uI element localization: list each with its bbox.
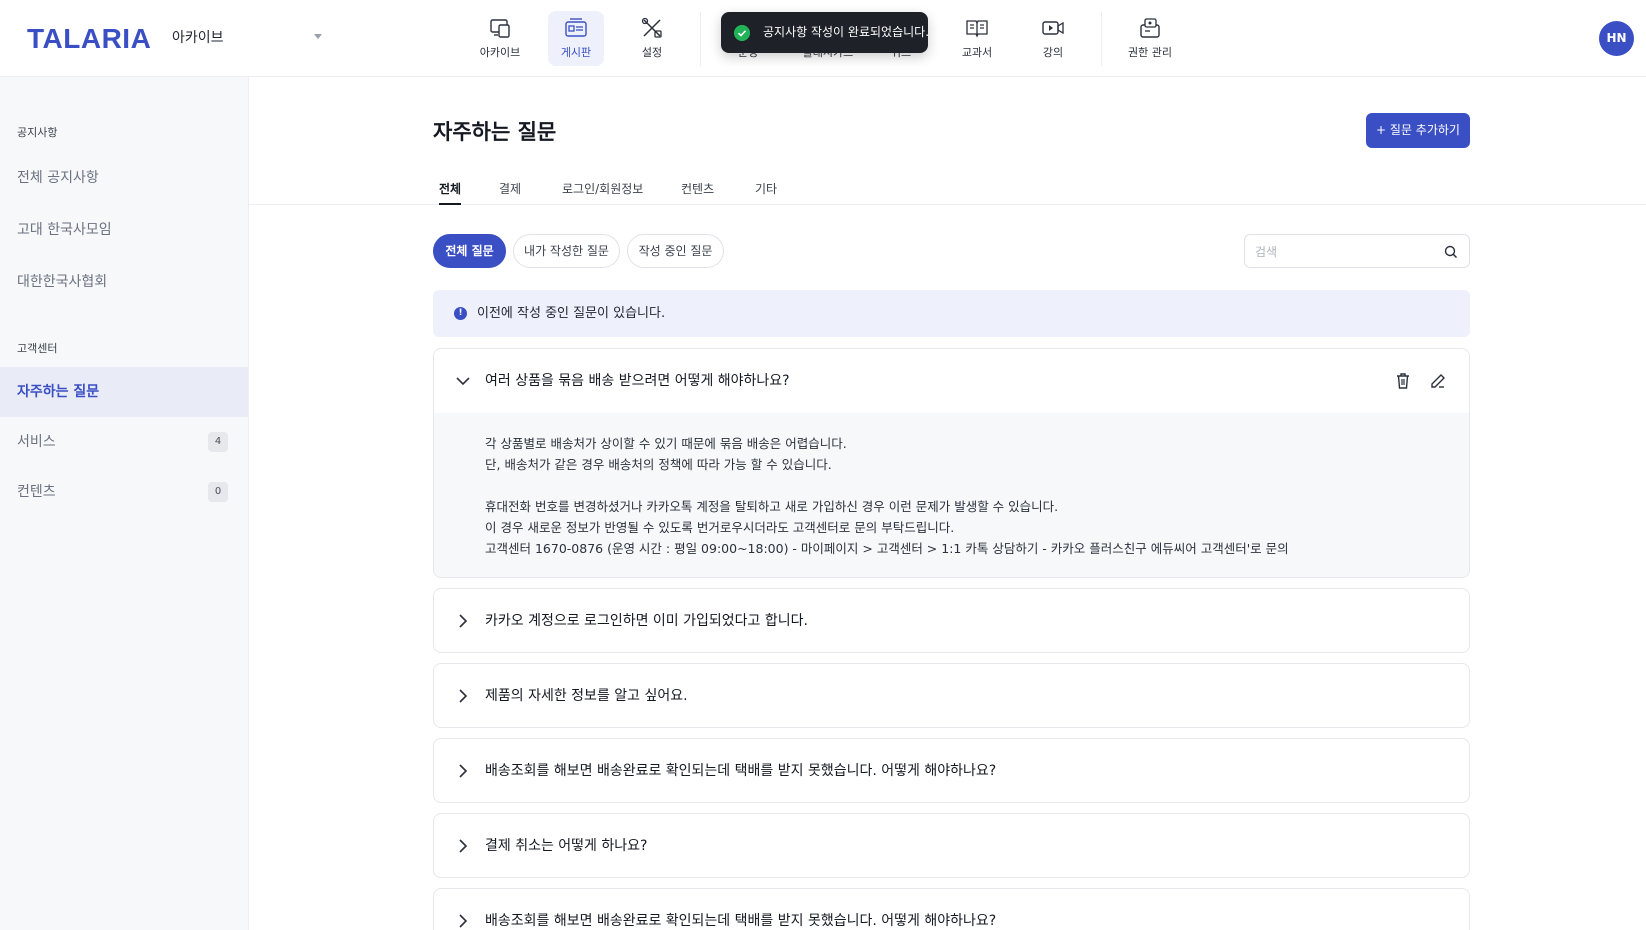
archive-selector[interactable]: 아카이브 xyxy=(172,27,322,51)
count-badge: 0 xyxy=(208,482,228,502)
toast-message: 공지사항 작성이 완료되었습니다. xyxy=(763,25,930,39)
edit-icon[interactable] xyxy=(1428,371,1448,391)
nav-permission[interactable]: 권한 관리 xyxy=(1121,11,1179,66)
tab-payment[interactable]: 결제 xyxy=(499,180,521,205)
sidebar-item-label: 컨텐츠 xyxy=(17,484,56,500)
faq-answer-line: 단, 배송처가 같은 경우 배송처의 정책에 따라 가능 할 수 있습니다. xyxy=(485,457,832,472)
sidebar-group-title-support: 고객센터 xyxy=(17,342,58,355)
page-title: 자주하는 질문 xyxy=(433,120,557,144)
nav-archive-label: 아카이브 xyxy=(479,46,521,59)
faq-header[interactable]: 여러 상품을 묶음 배송 받으려면 어떻게 해야하나요? xyxy=(434,349,1469,413)
sidebar-item-all-notices[interactable]: 전체 공지사항 xyxy=(0,153,248,203)
filter-draft-questions[interactable]: 작성 중인 질문 xyxy=(627,234,724,268)
nav-lecture-label: 강의 xyxy=(1042,46,1064,59)
faq-answer-line: 이 경우 새로운 정보가 반영될 수 있도록 번거로우시더라도 고객센터로 문의… xyxy=(485,520,955,535)
filter-my-questions[interactable]: 내가 작성한 질문 xyxy=(513,234,620,268)
faq-question: 카카오 계정으로 로그인하면 이미 가입되었다고 합니다. xyxy=(485,613,808,629)
nav-divider xyxy=(700,12,701,66)
sidebar-item-korean-history-association[interactable]: 대한한국사협회 xyxy=(0,257,248,307)
faq-item[interactable]: 배송조회를 해보면 배송완료로 확인되는데 택배를 받지 못했습니다. 어떻게 … xyxy=(433,738,1470,803)
search-input[interactable] xyxy=(1255,242,1435,262)
info-icon: ! xyxy=(454,307,467,320)
nav-textbook[interactable]: 교과서 xyxy=(949,11,1005,66)
faq-item[interactable]: 결제 취소는 어떻게 하나요? xyxy=(433,813,1470,878)
chevron-right-icon xyxy=(459,614,468,628)
chevron-right-icon xyxy=(459,914,468,928)
faq-item[interactable]: 카카오 계정으로 로그인하면 이미 가입되었다고 합니다. xyxy=(433,588,1470,653)
success-toast: 공지사항 작성이 완료되었습니다. xyxy=(721,12,930,53)
sidebar: 공지사항 전체 공지사항 고대 한국사모임 대한한국사협회 고객센터 자주하는 … xyxy=(0,77,249,930)
faq-answer-spacer xyxy=(485,475,1449,496)
lecture-icon xyxy=(1042,21,1064,35)
nav-board[interactable]: 게시판 xyxy=(548,11,604,66)
archive-selector-value: 아카이브 xyxy=(172,30,224,46)
board-icon xyxy=(565,18,587,37)
sidebar-group-title-notice: 공지사항 xyxy=(17,126,58,139)
check-circle-icon xyxy=(734,25,750,41)
faq-question: 배송조회를 해보면 배송완료로 확인되는데 택배를 받지 못했습니다. 어떻게 … xyxy=(485,763,997,779)
chevron-right-icon xyxy=(459,764,468,778)
textbook-icon xyxy=(966,20,988,38)
faq-item[interactable]: 배송조회를 해보면 배송완료로 확인되는데 택배를 받지 못했습니다. 어떻게 … xyxy=(433,888,1470,930)
faq-answer-line: 각 상품별로 배송처가 상이할 수 있기 때문에 묶음 배송은 어렵습니다. xyxy=(485,436,847,451)
nav-permission-label: 권한 관리 xyxy=(1128,46,1172,59)
permission-icon xyxy=(1140,18,1160,38)
sidebar-item-label: 고대 한국사모임 xyxy=(17,222,112,238)
sidebar-item-faq[interactable]: 자주하는 질문 xyxy=(0,367,248,417)
sidebar-item-service[interactable]: 서비스 4 xyxy=(0,417,248,467)
faq-question: 결제 취소는 어떻게 하나요? xyxy=(485,838,648,854)
tab-login-member-info[interactable]: 로그인/회원정보 xyxy=(562,180,643,205)
faq-header[interactable]: 배송조회를 해보면 배송완료로 확인되는데 택배를 받지 못했습니다. 어떻게 … xyxy=(434,739,1469,802)
sidebar-item-label: 대한한국사협회 xyxy=(17,274,108,290)
talaria-logo[interactable]: TALARIA xyxy=(27,23,151,55)
faq-item[interactable]: 제품의 자세한 정보를 알고 싶어요. xyxy=(433,663,1470,728)
faq-answer: 각 상품별로 배송처가 상이할 수 있기 때문에 묶음 배송은 어렵습니다. 단… xyxy=(434,413,1469,577)
user-avatar[interactable]: HN xyxy=(1599,21,1634,56)
nav-divider xyxy=(1101,12,1102,66)
sidebar-item-label: 자주하는 질문 xyxy=(17,384,100,400)
chevron-down-icon xyxy=(314,34,322,39)
nav-settings-label: 설정 xyxy=(641,46,663,59)
sidebar-item-contents[interactable]: 컨텐츠 0 xyxy=(0,467,248,517)
sidebar-item-label: 전체 공지사항 xyxy=(17,170,99,186)
search-box xyxy=(1244,234,1470,268)
add-question-button[interactable]: + 질문 추가하기 xyxy=(1366,113,1470,148)
chevron-right-icon xyxy=(459,689,468,703)
faq-header[interactable]: 제품의 자세한 정보를 알고 싶어요. xyxy=(434,664,1469,727)
search-icon[interactable] xyxy=(1443,244,1459,260)
tab-etc[interactable]: 기타 xyxy=(755,180,777,205)
faq-answer-line: 고객센터 1670-0876 (운영 시간 : 평일 09:00~18:00) … xyxy=(485,541,1289,556)
archive-icon xyxy=(490,19,510,38)
faq-item-expanded: 여러 상품을 묶음 배송 받으려면 어떻게 해야하나요? 각 상품별로 배송처가… xyxy=(433,348,1470,578)
sidebar-item-label: 서비스 xyxy=(17,434,56,450)
draft-notice-banner[interactable]: ! 이전에 작성 중인 질문이 있습니다. xyxy=(433,290,1470,337)
faq-question: 여러 상품을 묶음 배송 받으려면 어떻게 해야하나요? xyxy=(485,373,790,389)
settings-icon xyxy=(641,17,662,38)
nav-archive[interactable]: 아카이브 xyxy=(472,11,528,66)
trash-icon[interactable] xyxy=(1393,371,1413,391)
count-badge: 4 xyxy=(208,432,228,452)
sidebar-item-ancient-korean-history[interactable]: 고대 한국사모임 xyxy=(0,205,248,255)
faq-header[interactable]: 결제 취소는 어떻게 하나요? xyxy=(434,814,1469,877)
nav-board-label: 게시판 xyxy=(560,46,592,59)
faq-question: 배송조회를 해보면 배송완료로 확인되는데 택배를 받지 못했습니다. 어떻게 … xyxy=(485,913,997,929)
filter-all-questions[interactable]: 전체 질문 xyxy=(433,234,506,268)
chevron-right-icon xyxy=(459,839,468,853)
notice-text: 이전에 작성 중인 질문이 있습니다. xyxy=(477,306,666,321)
tab-all[interactable]: 전체 xyxy=(439,180,462,205)
tab-contents[interactable]: 컨텐츠 xyxy=(681,180,714,205)
nav-textbook-label: 교과서 xyxy=(961,46,993,59)
faq-header[interactable]: 배송조회를 해보면 배송완료로 확인되는데 택배를 받지 못했습니다. 어떻게 … xyxy=(434,889,1469,930)
faq-header[interactable]: 카카오 계정으로 로그인하면 이미 가입되었다고 합니다. xyxy=(434,589,1469,652)
faq-answer-line: 휴대전화 번호를 변경하셨거나 카카오톡 계정을 탈퇴하고 새로 가입하신 경우… xyxy=(485,499,1059,514)
faq-question: 제품의 자세한 정보를 알고 싶어요. xyxy=(485,688,688,704)
nav-lecture[interactable]: 강의 xyxy=(1025,11,1081,66)
chevron-down-icon xyxy=(456,377,470,386)
nav-settings[interactable]: 설정 xyxy=(624,11,680,66)
